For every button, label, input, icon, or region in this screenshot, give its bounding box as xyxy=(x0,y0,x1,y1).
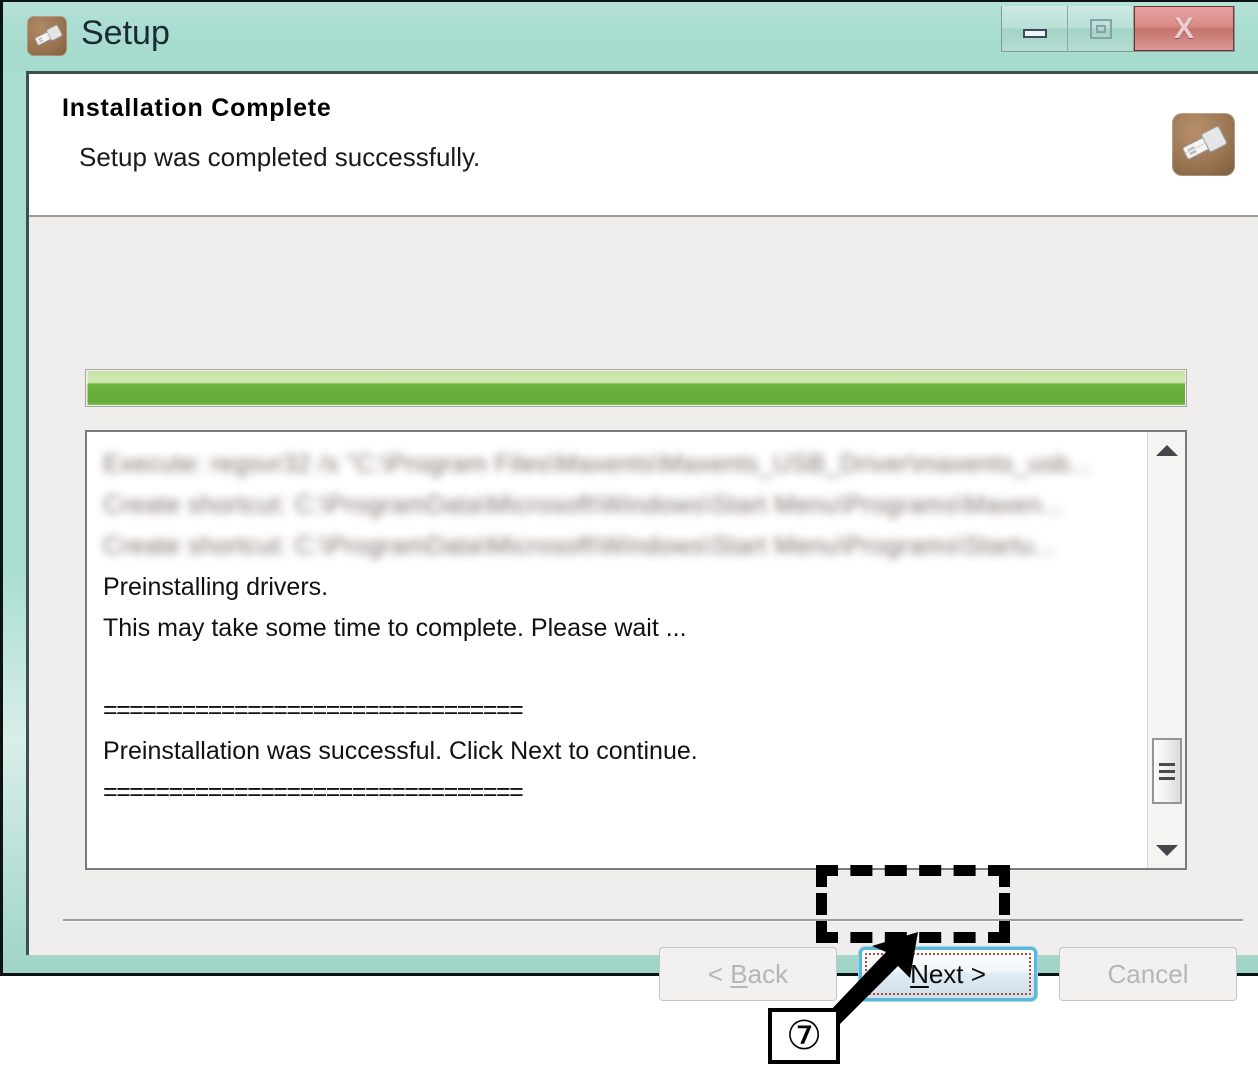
back-button-label: < Back xyxy=(707,958,789,989)
scrollbar-thumb[interactable] xyxy=(1152,738,1182,804)
scroll-down-icon xyxy=(1156,844,1178,856)
annotation-callout: ⑦ xyxy=(768,1008,840,1064)
scrollbar-grip-icon xyxy=(1159,759,1175,784)
install-log-content: Execute: regsvr32 /s "C:\Program Files\M… xyxy=(87,432,1147,868)
setup-window: Setup X Installation Complete Setup was … xyxy=(0,0,1258,1001)
install-log-box[interactable]: Execute: regsvr32 /s "C:\Program Files\M… xyxy=(85,430,1187,870)
cancel-button[interactable]: Cancel xyxy=(1059,947,1237,1001)
window-title: Setup xyxy=(81,14,170,52)
close-button[interactable]: X xyxy=(1134,6,1234,51)
minimize-icon xyxy=(1022,29,1047,38)
footer-divider xyxy=(63,919,1243,922)
window-controls: X xyxy=(1001,6,1235,52)
log-line: ================================ xyxy=(103,778,524,806)
install-progress-bar xyxy=(85,369,1187,407)
usb-drive-icon xyxy=(27,16,67,56)
annotation-callout-number: ⑦ xyxy=(786,1013,822,1059)
progress-fill xyxy=(87,371,1185,405)
log-line: Execute: regsvr32 /s "C:\Program Files\M… xyxy=(103,450,1092,478)
minimize-button[interactable] xyxy=(1002,6,1068,51)
log-line: Preinstalling drivers. xyxy=(103,573,329,601)
usb-drive-icon xyxy=(1172,113,1235,176)
cancel-button-label: Cancel xyxy=(1107,958,1189,989)
scroll-down-button[interactable] xyxy=(1148,832,1185,868)
close-icon: X xyxy=(1173,11,1194,45)
log-line: ================================ xyxy=(103,696,524,724)
title-bar: Setup X xyxy=(3,2,1258,71)
scroll-up-icon xyxy=(1156,444,1178,456)
log-line: This may take some time to complete. Ple… xyxy=(103,614,687,642)
maximize-icon xyxy=(1089,18,1112,39)
maximize-button[interactable] xyxy=(1068,6,1134,51)
page-header: Installation Complete Setup was complete… xyxy=(29,74,1258,217)
dialog-body: Execute: regsvr32 /s "C:\Program Files\M… xyxy=(29,217,1258,1001)
screenshot-root: Setup X Installation Complete Setup was … xyxy=(0,0,1258,1067)
next-button[interactable]: Next > xyxy=(859,947,1037,1001)
log-line: Create shortcut: C:\ProgramData\Microsof… xyxy=(103,532,1056,560)
page-subtitle: Setup was completed successfully. xyxy=(79,142,481,172)
log-line: Create shortcut: C:\ProgramData\Microsof… xyxy=(103,491,1064,519)
log-line: Preinstallation was successful. Click Ne… xyxy=(103,737,698,765)
page-title: Installation Complete xyxy=(62,94,332,122)
dialog-buttons: < Back Next > Cancel xyxy=(659,947,1237,1001)
back-button[interactable]: < Back xyxy=(659,947,837,1001)
dialog-client-area: Installation Complete Setup was complete… xyxy=(26,71,1258,1001)
log-scrollbar[interactable] xyxy=(1147,432,1185,868)
scroll-up-button[interactable] xyxy=(1148,432,1185,468)
next-button-label: Next > xyxy=(910,958,986,989)
